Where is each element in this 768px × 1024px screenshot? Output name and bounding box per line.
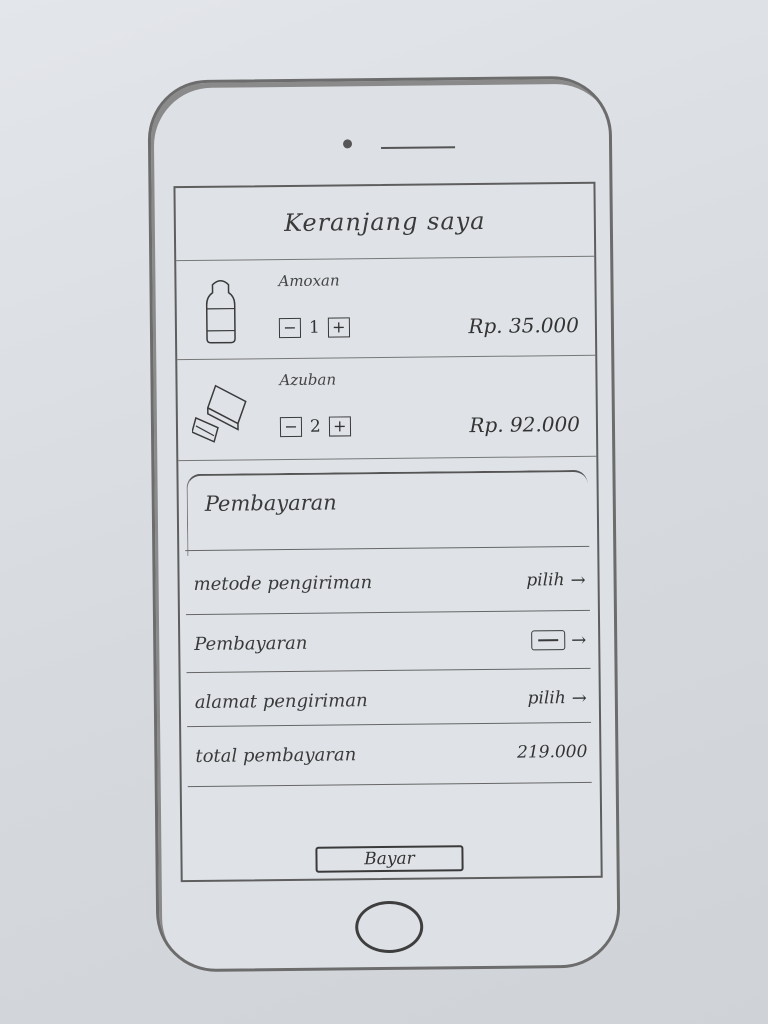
medicine-box-icon [191, 384, 247, 443]
row-action: → [531, 629, 586, 651]
product-price: Rp. 35.000 [468, 312, 580, 339]
medicine-bottle-icon [205, 279, 236, 344]
home-button[interactable] [354, 900, 424, 954]
payment-title: Pembayaran [204, 490, 337, 516]
row-value: pilih [527, 688, 566, 709]
arrow-right-icon: → [571, 629, 587, 651]
product-name: Amoxan [278, 271, 340, 291]
row-action: pilih → [526, 569, 585, 591]
header: Keranjang saya [175, 183, 595, 262]
camera-icon [342, 139, 353, 149]
row-label: alamat pengiriman [194, 689, 368, 713]
row-action: pilih → [527, 687, 586, 709]
cart-item: Amoxan − 1 + Rp. 35.000 [176, 256, 596, 361]
shipping-method-row[interactable]: metode pengiriman pilih → [193, 552, 586, 612]
phone-frame: Keranjang saya Amoxan − 1 + Rp. 35.000 A… [147, 75, 621, 973]
page-title: Keranjang saya [283, 206, 486, 238]
arrow-right-icon: → [571, 687, 587, 709]
row-value: pilih [526, 570, 565, 591]
app-screen: Keranjang saya Amoxan − 1 + Rp. 35.000 A… [173, 181, 603, 883]
quantity-stepper: − 2 + [279, 416, 351, 438]
shipping-address-row[interactable]: alamat pengiriman pilih → [195, 670, 588, 730]
row-label: total pembayaran [195, 743, 357, 767]
row-label: Pembayaran [194, 632, 308, 655]
quantity-value: 2 [309, 416, 321, 437]
increase-qty-button[interactable]: + [328, 416, 351, 437]
payment-method-row[interactable]: Pembayaran → [194, 612, 587, 672]
credit-card-icon [531, 630, 566, 651]
total-row: total pembayaran 219.000 [195, 724, 588, 784]
product-price: Rp. 92.000 [469, 411, 581, 438]
row-label: metode pengiriman [193, 571, 373, 595]
increase-qty-button[interactable]: + [327, 317, 350, 338]
quantity-stepper: − 1 + [278, 317, 350, 339]
cart-item: Azuban − 2 + Rp. 92.000 [177, 355, 597, 462]
arrow-right-icon: → [570, 569, 586, 591]
pay-button[interactable]: Bayar [315, 845, 464, 873]
total-amount: 219.000 [516, 741, 588, 763]
decrease-qty-button[interactable]: − [279, 416, 303, 438]
product-name: Azuban [279, 370, 337, 390]
decrease-qty-button[interactable]: − [278, 317, 302, 339]
speaker-grille [381, 146, 456, 150]
quantity-value: 1 [308, 317, 320, 338]
